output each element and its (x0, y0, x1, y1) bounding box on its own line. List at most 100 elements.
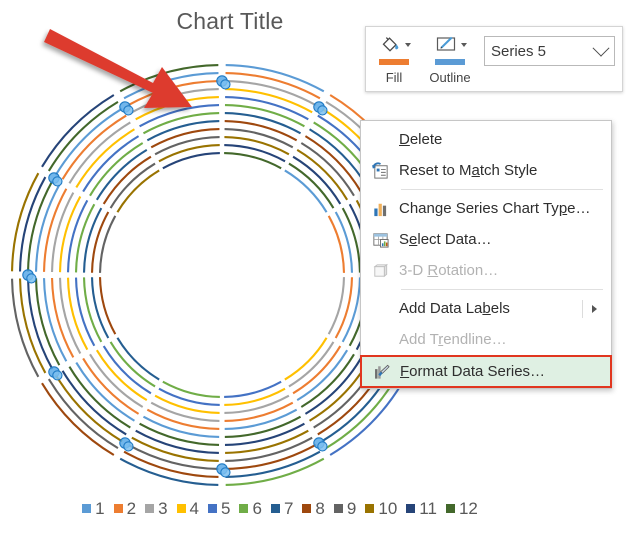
menu-item-delete[interactable]: Delete (361, 124, 611, 155)
selection-handle[interactable] (119, 437, 134, 452)
legend-item[interactable]: 2 (113, 499, 137, 518)
doughnut-slice[interactable] (34, 278, 61, 366)
doughnut-slice[interactable] (135, 429, 219, 455)
select-data-icon (361, 224, 399, 255)
legend-swatch-icon (82, 504, 92, 513)
chart-context-menu[interactable]: Delete Reset to Match Style Change Serie… (360, 120, 612, 389)
legend-item-label: 6 (252, 499, 262, 518)
selection-handle[interactable] (313, 101, 328, 116)
doughnut-slice[interactable] (135, 95, 219, 121)
doughnut-slice[interactable] (224, 103, 305, 128)
fill-dropdown-caret-icon[interactable] (405, 43, 411, 47)
fill-button[interactable]: Fill (366, 27, 422, 91)
doughnut-slice[interactable] (18, 278, 47, 374)
legend-item[interactable]: 12 (445, 500, 478, 517)
paint-bucket-icon (377, 33, 403, 57)
legend-item-label: 3 (158, 499, 168, 518)
legend-item[interactable]: 5 (208, 500, 230, 517)
legend-swatch-icon (333, 504, 343, 513)
outline-dropdown-caret-icon[interactable] (461, 43, 467, 47)
doughnut-slice[interactable] (50, 277, 75, 358)
doughnut-slice[interactable] (127, 79, 219, 107)
selection-handle[interactable] (216, 75, 231, 90)
menu-separator (401, 289, 603, 290)
doughnut-slice[interactable] (225, 79, 317, 107)
doughnut-slice[interactable] (225, 87, 313, 114)
legend-item[interactable]: 6 (239, 499, 262, 518)
doughnut-slice[interactable] (131, 436, 219, 463)
doughnut-slice[interactable] (26, 180, 54, 272)
doughnut-slice[interactable] (61, 370, 127, 436)
doughnut-slice[interactable] (61, 114, 127, 180)
doughnut-slice[interactable] (54, 107, 123, 176)
series-select-dropdown[interactable]: Series 5 (484, 36, 615, 66)
outline-button[interactable]: Outline (422, 27, 478, 91)
doughnut-slice[interactable] (26, 278, 54, 370)
doughnut-slice[interactable] (54, 374, 123, 443)
fill-color-swatch[interactable] (379, 59, 409, 65)
mini-format-toolbar[interactable]: Fill Outline Series 5 (365, 26, 623, 92)
menu-item-label: Delete (399, 131, 443, 148)
fill-glyph-row (377, 32, 411, 58)
cube-icon (361, 255, 399, 286)
menu-item-label: 3-D Rotation… (399, 262, 499, 279)
menu-item-add-data-labels[interactable]: Add Data Labels (361, 293, 611, 324)
selection-handle[interactable] (48, 366, 63, 381)
legend-item[interactable]: 10 (365, 500, 397, 517)
menu-separator (401, 189, 603, 190)
doughnut-slice[interactable] (42, 278, 68, 362)
submenu-arrow-icon[interactable] (592, 304, 597, 313)
doughnut-slice[interactable] (131, 87, 219, 114)
doughnut-slice[interactable] (139, 422, 220, 447)
outline-color-swatch[interactable] (435, 59, 465, 65)
legend-item-label: 7 (283, 499, 294, 518)
series-select-value: Series 5 (491, 42, 547, 60)
doughnut-slice[interactable] (225, 450, 321, 479)
menu-item-change-series-chart-type[interactable]: Change Series Chart Type… (361, 193, 611, 224)
selection-handle[interactable] (22, 269, 37, 284)
doughnut-slice[interactable] (225, 429, 309, 455)
chart-editing-canvas: Chart Title 1 2 3 4 5 6 7 8 9 10 11 12 F… (0, 0, 635, 534)
legend-item-label: 10 (378, 499, 398, 518)
legend-item[interactable]: 11 (406, 500, 437, 517)
legend-swatch-icon (113, 504, 123, 513)
doughnut-slice[interactable] (139, 103, 220, 128)
doughnut-slice[interactable] (42, 188, 68, 272)
menu-item-reset-to-match-style[interactable]: Reset to Match Style (361, 155, 611, 186)
menu-item-select-data[interactable]: Select Data… (361, 224, 611, 255)
legend-item-label: 2 (126, 499, 137, 518)
doughnut-slice[interactable] (225, 443, 317, 471)
legend-swatch-icon (145, 504, 155, 513)
doughnut-slice[interactable] (34, 184, 61, 272)
selection-handle[interactable] (216, 463, 231, 478)
doughnut-slice[interactable] (225, 71, 321, 100)
chevron-down-icon[interactable] (592, 39, 610, 57)
legend-item-label: 4 (189, 499, 200, 518)
doughnut-slice[interactable] (123, 450, 219, 479)
legend-item-label: 8 (315, 499, 325, 518)
format-brush-icon (362, 356, 400, 387)
menu-item-label: Add Data Labels (399, 300, 510, 317)
doughnut-slice[interactable] (50, 192, 75, 273)
outline-button-label: Outline (429, 70, 471, 85)
legend-item[interactable]: 9 (333, 500, 356, 517)
doughnut-slice[interactable] (224, 422, 305, 447)
doughnut-slice[interactable] (225, 436, 313, 463)
menu-item-label: Reset to Match Style (399, 162, 538, 179)
legend-item[interactable]: 1 (82, 500, 105, 517)
legend-item[interactable]: 7 (270, 499, 294, 518)
menu-item-format-data-series[interactable]: Format Data Series… (360, 355, 612, 388)
legend-swatch-icon (270, 504, 280, 513)
menu-item-label: Add Trendline… (399, 331, 507, 348)
doughnut-slice[interactable] (225, 95, 309, 121)
chart-legend[interactable]: 1 2 3 4 5 6 7 8 9 10 11 12 (0, 500, 560, 517)
doughnut-slice[interactable] (18, 176, 47, 272)
doughnut-slice[interactable] (127, 443, 219, 471)
legend-item[interactable]: 3 (145, 499, 168, 518)
bar-chart-icon (361, 193, 399, 224)
doughnut-slice[interactable] (123, 71, 219, 100)
legend-item[interactable]: 8 (302, 499, 325, 518)
legend-item[interactable]: 4 (176, 499, 200, 518)
menu-item-label: Change Series Chart Type… (399, 200, 591, 217)
legend-item-label: 5 (221, 499, 231, 518)
